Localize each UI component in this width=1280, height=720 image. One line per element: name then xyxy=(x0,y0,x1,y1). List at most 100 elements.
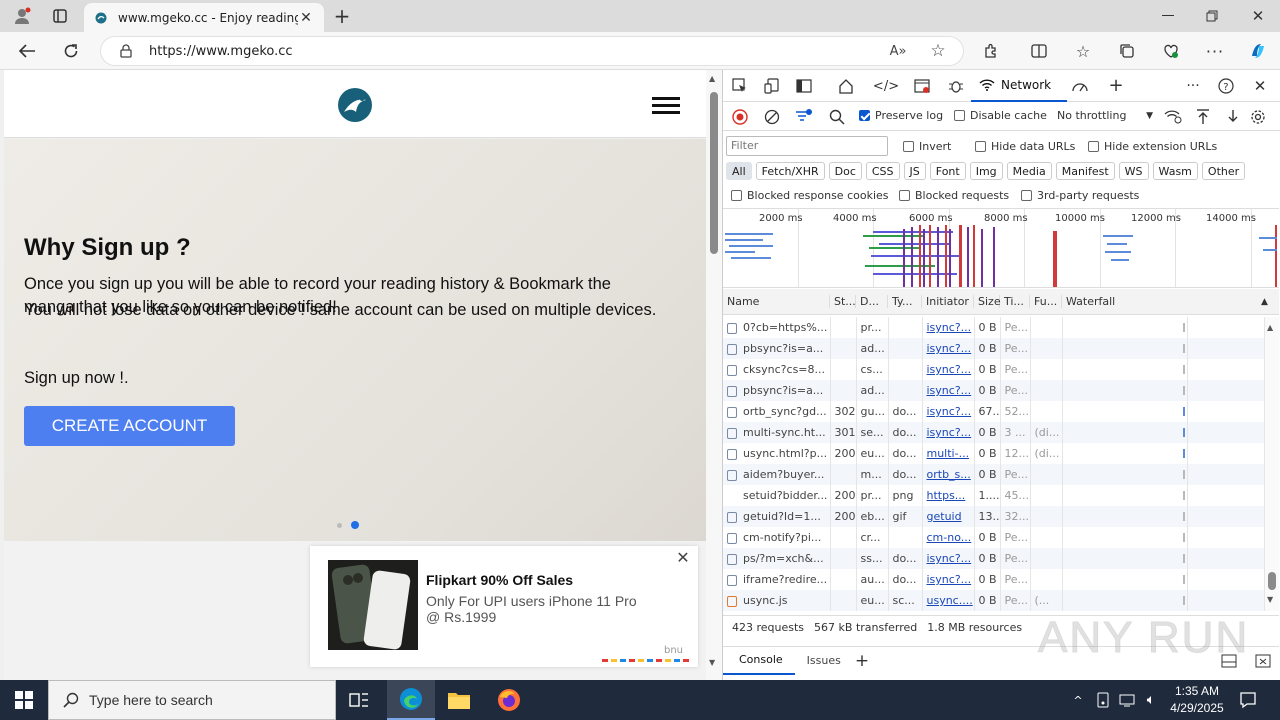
hide-extension-urls-check[interactable] xyxy=(1088,141,1099,152)
request-cell-text[interactable]: isync?... xyxy=(927,363,972,376)
col-domain[interactable]: D... xyxy=(856,295,888,308)
tab-actions-icon[interactable] xyxy=(50,6,70,26)
elements-tab-icon[interactable]: </> xyxy=(873,77,899,95)
col-time[interactable]: Ti... xyxy=(1000,295,1030,308)
hamburger-menu-icon[interactable] xyxy=(652,97,680,115)
inspect-element-icon[interactable] xyxy=(731,77,749,95)
lock-icon[interactable] xyxy=(119,44,133,58)
console-tab-icon[interactable] xyxy=(913,77,931,95)
active-tab[interactable]: www.mgeko.cc - Enjoy reading ✕ xyxy=(84,3,324,32)
request-cell-text[interactable]: ortb_s... xyxy=(927,468,971,481)
sort-ascending-icon[interactable]: ▲ xyxy=(1261,297,1279,307)
table-scroll-up-icon[interactable]: ▲ xyxy=(1267,323,1273,332)
carousel-dot-1[interactable] xyxy=(337,523,342,528)
ad-title[interactable]: Flipkart 90% Off Sales xyxy=(426,572,573,588)
ad-image[interactable] xyxy=(328,560,418,650)
filter-chip-fetch-xhr[interactable]: Fetch/XHR xyxy=(755,162,825,180)
more-menu-icon[interactable]: ··· xyxy=(1204,41,1226,61)
request-cell-text[interactable]: isync?... xyxy=(927,552,972,565)
windows-start-icon[interactable] xyxy=(0,680,48,720)
filter-chip-other[interactable]: Other xyxy=(1201,162,1246,180)
record-stop-icon[interactable] xyxy=(732,109,748,125)
export-har-icon[interactable] xyxy=(1225,109,1241,125)
firefox-icon[interactable] xyxy=(496,688,522,712)
request-cell-text[interactable]: cm-no... xyxy=(927,531,972,544)
third-party-requests-checkbox[interactable]: 3rd-party requests xyxy=(1021,189,1139,202)
filter-chip-wasm[interactable]: Wasm xyxy=(1152,162,1198,180)
notifications-icon[interactable] xyxy=(1238,690,1258,710)
request-row[interactable]: cm-notify?pi... cr... cm-no... 0 B Pe... xyxy=(723,527,1265,548)
task-view-icon[interactable] xyxy=(346,688,372,712)
filter-chip-doc[interactable]: Doc xyxy=(828,162,862,180)
restore-icon[interactable] xyxy=(1202,6,1222,26)
request-row[interactable]: aidem?buyer... m... do... ortb_s... 0 B Pe... xyxy=(723,464,1265,485)
site-logo[interactable] xyxy=(338,88,372,122)
close-devtools-icon[interactable]: ✕ xyxy=(1251,77,1269,95)
request-row[interactable]: pbsync?is=a... ad... isync?... 0 B Pe... xyxy=(723,380,1265,401)
refresh-icon[interactable] xyxy=(60,40,82,62)
filter-chip-js[interactable]: JS xyxy=(903,162,926,180)
drawer-dock-icon[interactable] xyxy=(1219,654,1239,668)
read-aloud-icon[interactable]: A» xyxy=(889,44,907,59)
ad-close-icon[interactable]: ✕ xyxy=(674,548,692,567)
network-tab[interactable]: Network xyxy=(971,70,1067,102)
request-row[interactable]: usync.js eu... sc... usync.... 0 B Pe... (... xyxy=(723,590,1265,611)
filter-toggle-icon[interactable] xyxy=(795,109,813,125)
blocked-response-cookies-checkbox[interactable]: Blocked response cookies xyxy=(731,189,889,202)
timeline-overview[interactable]: 2000 ms 4000 ms 6000 ms 8000 ms 10000 ms… xyxy=(723,208,1279,288)
network-settings-gear-icon[interactable] xyxy=(1249,108,1267,126)
request-row[interactable]: cksync?cs=8... cs... isync?... 0 B Pe... xyxy=(723,359,1265,380)
preserve-log-checkbox[interactable]: Preserve log xyxy=(859,109,943,122)
request-row[interactable]: ps/?m=xch&... ss... do... isync?... 0 B Pe... xyxy=(723,548,1265,569)
table-scrollbar[interactable]: ▲ ▼ xyxy=(1265,317,1279,611)
import-har-icon[interactable] xyxy=(1195,109,1211,125)
request-row[interactable]: 0?cb=https%... pr... isync?... 0 B Pe... xyxy=(723,317,1265,338)
request-cell-text[interactable]: isync?... xyxy=(927,321,972,334)
request-cell-text[interactable]: usync.... xyxy=(927,594,973,607)
network-conditions-icon[interactable] xyxy=(1163,109,1183,125)
filter-chip-font[interactable]: Font xyxy=(929,162,966,180)
tray-device-icon[interactable] xyxy=(1094,691,1112,709)
devtools-more-icon[interactable]: ··· xyxy=(1183,77,1203,95)
request-row[interactable]: usync.html?p... 200 eu... do... multi-... 0 B… xyxy=(723,443,1265,464)
filter-chip-ws[interactable]: WS xyxy=(1118,162,1149,180)
tray-network-icon[interactable] xyxy=(1118,691,1136,709)
request-cell-text[interactable]: isync?... xyxy=(927,405,972,418)
request-row[interactable]: pbsync?is=a... ad... isync?... 0 B Pe... xyxy=(723,338,1265,359)
request-cell-text[interactable]: multi-... xyxy=(927,447,970,460)
search-icon[interactable] xyxy=(829,109,845,125)
add-tool-icon[interactable]: + xyxy=(1107,75,1125,96)
sources-bug-icon[interactable] xyxy=(947,77,965,95)
invert-check[interactable] xyxy=(903,141,914,152)
tray-clock[interactable]: 1:35 AM 4/29/2025 xyxy=(1162,683,1232,717)
request-row[interactable]: iframe?redire... au... do... isync?... 0 B Pe… xyxy=(723,569,1265,590)
close-tab-icon[interactable]: ✕ xyxy=(298,10,314,26)
new-tab-icon[interactable]: + xyxy=(332,4,352,28)
close-window-icon[interactable]: ✕ xyxy=(1248,6,1268,26)
request-cell-text[interactable]: getuid xyxy=(927,510,962,523)
col-fulfilled-by[interactable]: Fu... xyxy=(1030,295,1062,308)
request-cell-text[interactable]: isync?... xyxy=(927,384,972,397)
disable-cache-check[interactable] xyxy=(954,110,965,121)
request-row[interactable]: ortb_sync?gd... 302 gu... do... isync?... 67.… xyxy=(723,401,1265,422)
welcome-home-icon[interactable] xyxy=(837,77,855,95)
copilot-icon[interactable] xyxy=(1246,40,1270,62)
file-explorer-icon[interactable] xyxy=(446,688,472,712)
col-type[interactable]: Ty... xyxy=(888,295,922,308)
favorite-star-icon[interactable]: ☆ xyxy=(929,41,947,61)
blocked-response-cookies-check[interactable] xyxy=(731,190,742,201)
hide-data-urls-checkbox[interactable]: Hide data URLs xyxy=(975,140,1075,153)
request-cell-text[interactable]: https... xyxy=(927,489,966,502)
drawer-close-icon[interactable] xyxy=(1253,654,1273,668)
scroll-up-icon[interactable]: ▲ xyxy=(709,74,715,83)
extensions-icon[interactable] xyxy=(980,41,1002,61)
tray-volume-icon[interactable]: 🔈︎ xyxy=(1142,691,1160,709)
browser-essentials-icon[interactable] xyxy=(1160,41,1182,61)
ad-popup[interactable]: Flipkart 90% Off Sales Only For UPI user… xyxy=(310,546,698,667)
filter-chip-css[interactable]: CSS xyxy=(865,162,900,180)
request-row[interactable]: multi-sync.ht... 301 se... do... isync?... 0 … xyxy=(723,422,1265,443)
taskbar-search-box[interactable]: Type here to search xyxy=(48,680,336,720)
device-emulation-icon[interactable] xyxy=(763,77,781,95)
scroll-down-icon[interactable]: ▼ xyxy=(709,658,715,667)
col-initiator[interactable]: Initiator xyxy=(922,295,974,308)
